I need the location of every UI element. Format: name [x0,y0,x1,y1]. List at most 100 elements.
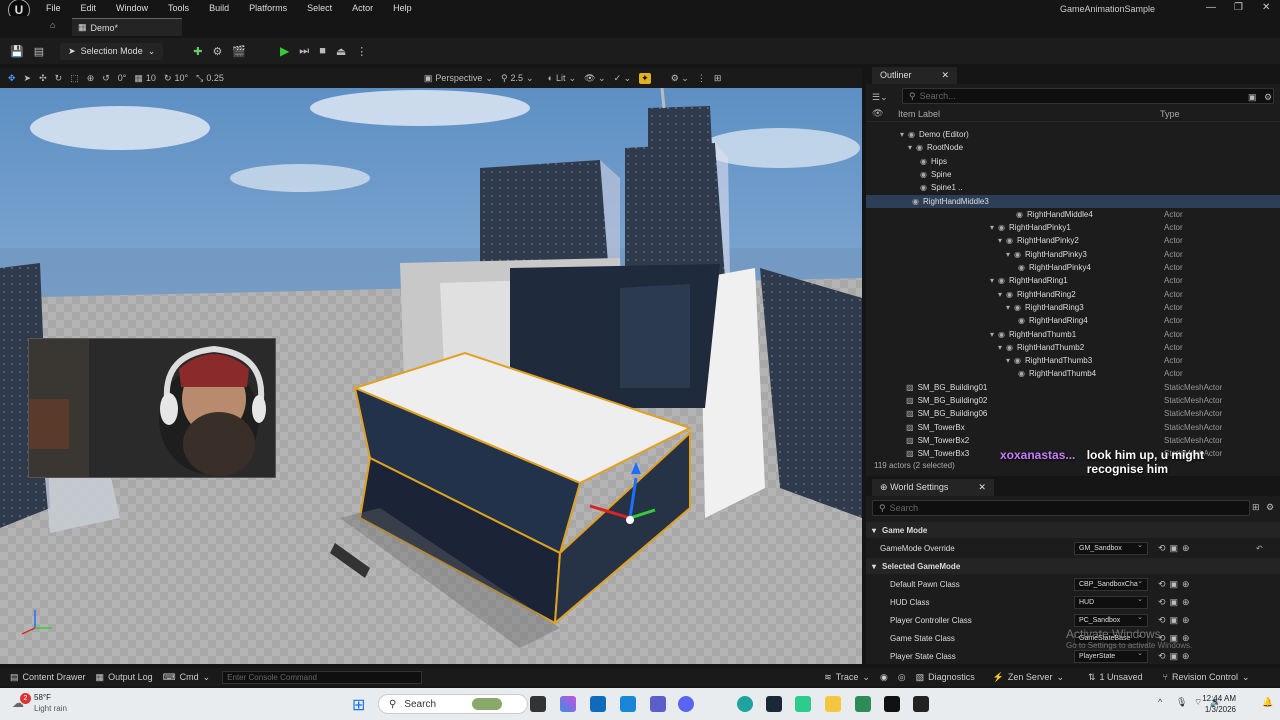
outliner-row[interactable]: ◉ Spine1 .. [866,181,1280,194]
menu-window[interactable]: Window [106,3,158,13]
minimize-icon[interactable]: — [1206,2,1216,13]
menu-select[interactable]: Select [297,3,342,13]
outliner-row[interactable]: ◉ Hips [866,155,1280,168]
revision-control-dropdown[interactable]: ⑂ Revision Control ⌄ [1163,672,1250,683]
outliner-row[interactable]: ▾ ◉ RightHandRing1 Actor [866,274,1280,287]
notification-icon[interactable]: 🔔 [1262,697,1273,708]
transform-icon[interactable]: ✥ [8,73,16,84]
app-icon[interactable] [795,696,811,712]
outliner-row[interactable]: ▾ ◉ RightHandRing3 Actor [866,301,1280,314]
browse-icon[interactable]: ▤ [34,45,44,58]
file-explorer-icon[interactable] [825,696,841,712]
discord-icon[interactable] [678,696,694,712]
outliner-row[interactable]: ▾ ◉ RightHandThumb3 Actor [866,354,1280,367]
rotation-snap[interactable]: ↻ 10° [164,73,188,84]
outliner-row[interactable]: ▾ ◉ RightHandThumb1 Actor [866,328,1280,341]
weather-widget[interactable]: 2 ☁ 58°F Light rain [10,692,130,716]
outliner-row[interactable]: ▨ SM_BG_Building01 StaticMeshActor [866,381,1280,394]
filter-icon[interactable]: ☰⌄ [872,92,888,103]
scale-icon[interactable]: ⬚ [70,73,79,84]
menu-file[interactable]: File [36,3,71,13]
table-view-icon[interactable]: ⊞ [1252,502,1260,513]
menu-platforms[interactable]: Platforms [239,3,297,13]
close-icon[interactable]: ✕ [942,70,950,81]
world-settings-search-input[interactable]: ⚲ Search [872,500,1250,516]
section-game-mode[interactable]: ▾ Game Mode [866,522,1280,538]
rotate-icon[interactable]: ↻ [55,73,63,84]
highlight-icon[interactable]: ✦ [639,72,651,84]
more-options-icon[interactable]: ⋮ [356,45,367,58]
outliner-row[interactable]: ◉ RightHandMiddle3 [866,194,1280,208]
step-icon[interactable]: ⏭ [299,45,309,58]
console-input[interactable]: Enter Console Command [222,670,423,684]
more-icon[interactable]: ⋮ [697,73,706,84]
perspective-dropdown[interactable]: ▣ Perspective ⌄ [424,73,493,84]
outliner-row[interactable]: ▾ ◉ RightHandPinky2 Actor [866,234,1280,247]
wifi-icon[interactable]: ⌔ [1194,697,1202,708]
asset-action-icons[interactable]: ⟲▣⊕ [1158,651,1194,662]
layout-icon[interactable]: ⊞ [714,73,722,84]
store-icon[interactable] [590,696,606,712]
zen-server-dropdown[interactable]: ⚡ Zen Server ⌄ [993,672,1064,683]
menu-tools[interactable]: Tools [158,3,199,13]
menu-actor[interactable]: Actor [342,3,383,13]
outliner-row[interactable]: ▾ ◉ Demo (Editor) [866,128,1280,141]
scale-snap[interactable]: ⤡ 0.25 [196,73,224,84]
cinematics-icon[interactable]: 🎬 [232,45,246,58]
maximize-icon[interactable]: ❐ [1234,2,1243,13]
camera-icon[interactable]: ◎ [898,672,906,683]
launch-icon[interactable]: ⏏ [336,45,346,58]
close-icon[interactable]: ✕ [978,482,986,493]
outliner-row[interactable]: ▾ ◉ RootNode [866,141,1280,154]
teams-icon[interactable] [650,696,666,712]
camera-speed[interactable]: ⚲ 2.5 ⌄ [501,73,534,84]
mic-icon[interactable]: 🎙 [1176,697,1187,708]
menu-help[interactable]: Help [383,3,422,13]
outliner-row[interactable]: ▨ SM_BG_Building06 StaticMeshActor [866,407,1280,420]
task-view-icon[interactable] [530,696,546,712]
asset-action-icons[interactable]: ⟲▣⊕ [1158,597,1194,608]
settings-icon[interactable]: ⚙ [1266,502,1274,513]
obs-icon[interactable] [913,696,929,712]
stop-icon[interactable]: ■ [319,45,326,57]
outliner-row[interactable]: ◉ Spine [866,168,1280,181]
prop-value-dropdown[interactable]: HUD [1074,595,1148,609]
trace-dropdown[interactable]: ≋ Trace ⌄ [824,672,870,683]
menu-build[interactable]: Build [199,3,239,13]
document-tab[interactable]: ▦ Demo* [72,18,182,36]
prop-value-dropdown[interactable]: PC_Sandbox [1074,613,1148,627]
outliner-row[interactable]: ▨ SM_BG_Building02 StaticMeshActor [866,394,1280,407]
home-icon[interactable]: ⌂ [50,20,55,30]
diagnostics-button[interactable]: ▧ Diagnostics [916,672,975,683]
settings-icon[interactable]: ⚙ [1264,92,1272,103]
unreal-taskbar-icon[interactable] [884,696,900,712]
taskbar-clock[interactable]: 12:44 AM 1/3/2026 [1202,693,1236,715]
outliner-row[interactable]: ▾ ◉ RightHandThumb2 Actor [866,341,1280,354]
add-actor-icon[interactable]: ✚ [193,45,202,58]
col-item-label[interactable]: Item Label [898,109,940,119]
close-icon[interactable]: ✕ [1262,2,1270,13]
unsaved-button[interactable]: ⇅ 1 Unsaved [1088,672,1143,683]
outliner-row[interactable]: ◉ RightHandPinky4 Actor [866,261,1280,274]
blueprint-icon[interactable]: ⚙ [212,45,222,58]
reset-icon[interactable]: ↶ [1256,544,1263,553]
tray-chevron-icon[interactable]: ^ [1158,697,1162,707]
world-settings-tab[interactable]: ⊕ World Settings ✕ [872,478,994,496]
asset-action-icons[interactable]: ⟲▣⊕ [1158,579,1194,590]
output-log-button[interactable]: ▦ Output Log [96,672,153,683]
outliner-tab[interactable]: Outliner ✕ [872,66,958,84]
select-icon[interactable]: ➤ [24,73,32,84]
app2-icon[interactable] [855,696,871,712]
outliner-search-input[interactable]: ⚲ Search... [902,88,1274,104]
outliner-row[interactable]: ◉ RightHandMiddle4 Actor [866,208,1280,221]
cmd-dropdown[interactable]: ⌨ Cmd ⌄ [163,672,211,683]
outliner-row[interactable]: ▨ SM_TowerBx StaticMeshActor [866,421,1280,434]
move-icon[interactable]: ✣ [39,73,47,84]
taskbar-search[interactable]: ⚲ Search [378,694,528,714]
content-drawer-button[interactable]: ▤ Content Drawer [10,672,86,683]
steam-icon[interactable] [766,696,782,712]
save-icon[interactable]: 💾 [10,45,24,58]
selection-mode-dropdown[interactable]: ➤ Selection Mode ⌄ [60,42,164,60]
outliner-row[interactable]: ▾ ◉ RightHandPinky3 Actor [866,248,1280,261]
section-selected-gamemode[interactable]: ▾ Selected GameMode [866,558,1280,574]
